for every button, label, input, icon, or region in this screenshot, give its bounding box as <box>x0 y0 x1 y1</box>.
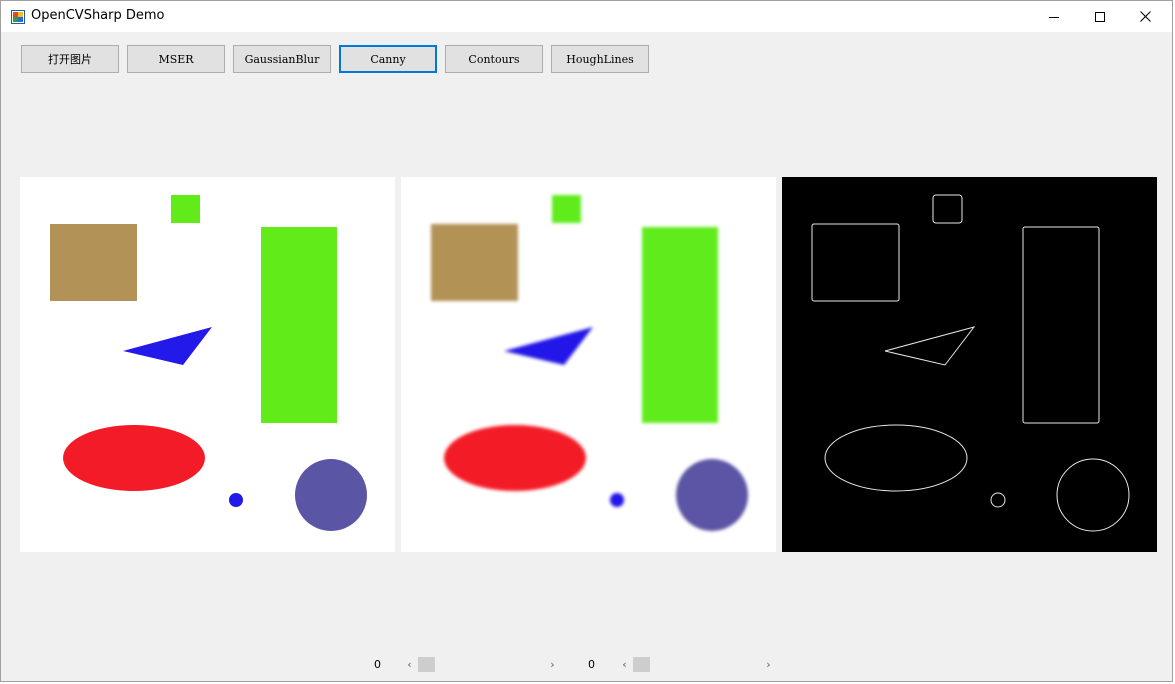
chevron-left-icon[interactable]: ‹ <box>616 656 633 673</box>
purple-circle <box>295 459 367 531</box>
small-circle-edge <box>990 492 1006 508</box>
green-rectangle <box>261 227 337 423</box>
small-square-edge <box>932 194 963 224</box>
small-blue-circle <box>610 493 624 507</box>
green-rectangle-edge <box>1022 226 1100 424</box>
trackbar-1-track[interactable] <box>418 656 544 673</box>
app-window: OpenCVSharp Demo 打开图片 MSER GaussianBlur … <box>0 0 1173 682</box>
window-title: OpenCVSharp Demo <box>31 8 165 23</box>
trackbar-2-thumb[interactable] <box>633 657 650 672</box>
mser-button[interactable]: MSER <box>127 45 225 73</box>
triangle-edge <box>884 326 976 366</box>
canny-edges-panel <box>782 177 1157 552</box>
red-ellipse <box>444 425 586 491</box>
trackbar-2-value: 0 <box>588 658 595 671</box>
small-green-square <box>171 195 200 223</box>
blue-triangle <box>504 327 593 365</box>
trackbar-1-value: 0 <box>374 658 381 671</box>
contours-button[interactable]: Contours <box>445 45 543 73</box>
canny-button[interactable]: Canny <box>339 45 437 73</box>
large-circle-edge <box>1056 458 1130 532</box>
chevron-right-icon[interactable]: › <box>760 656 777 673</box>
title-bar: OpenCVSharp Demo <box>1 1 1172 32</box>
red-ellipse <box>63 425 205 491</box>
canny-edges-image <box>811 194 1130 532</box>
tan-square <box>50 224 137 301</box>
close-icon <box>1139 11 1151 22</box>
hough-lines-button[interactable]: HoughLines <box>551 45 649 73</box>
trackbar-1-thumb[interactable] <box>418 657 435 672</box>
small-blue-circle <box>229 493 243 507</box>
trackbar-2-track[interactable] <box>633 656 760 673</box>
original-image-panel <box>20 177 395 552</box>
chevron-right-icon[interactable]: › <box>544 656 561 673</box>
trackbar-2[interactable]: ‹ › <box>616 656 777 673</box>
blue-triangle <box>123 327 212 365</box>
maximize-icon <box>1095 11 1105 22</box>
maximize-button[interactable] <box>1077 1 1123 32</box>
blurred-image-panel <box>401 177 776 552</box>
tan-square <box>431 224 518 301</box>
purple-circle <box>676 459 748 531</box>
gaussian-blur-button[interactable]: GaussianBlur <box>233 45 331 73</box>
close-button[interactable] <box>1122 1 1168 32</box>
open-image-button[interactable]: 打开图片 <box>21 45 119 73</box>
original-image <box>50 195 367 531</box>
tan-square-edge <box>811 223 900 302</box>
ellipse-edge <box>824 424 968 492</box>
app-icon <box>11 9 25 24</box>
small-green-square <box>552 195 581 223</box>
green-rectangle <box>642 227 718 423</box>
minimize-icon <box>1049 16 1059 18</box>
trackbar-1[interactable]: ‹ › <box>401 656 561 673</box>
minimize-button[interactable] <box>1031 1 1077 32</box>
chevron-left-icon[interactable]: ‹ <box>401 656 418 673</box>
blurred-image <box>431 195 748 531</box>
